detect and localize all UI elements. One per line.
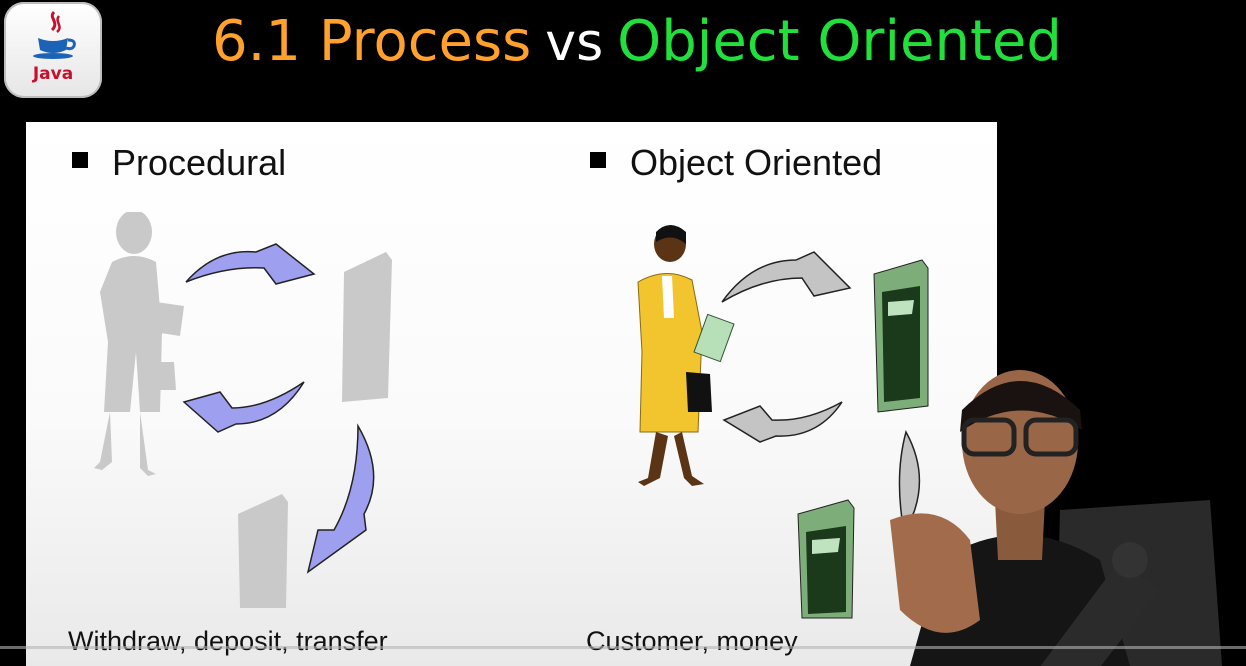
coffee-cup-icon bbox=[33, 10, 76, 59]
procedural-heading: Procedural bbox=[112, 142, 287, 183]
object-oriented-caption: Customer, money bbox=[586, 626, 798, 656]
arrow-left-gray-icon bbox=[722, 401, 843, 443]
bullet-procedural bbox=[72, 152, 88, 168]
businesswoman-icon bbox=[637, 225, 735, 486]
procedural-caption: Withdraw, deposit, transfer bbox=[68, 626, 388, 656]
atm-silhouette-icon bbox=[342, 252, 392, 402]
bullet-object-oriented bbox=[590, 152, 606, 168]
arrow-down-icon bbox=[306, 423, 375, 574]
object-oriented-heading: Object Oriented bbox=[630, 142, 883, 183]
java-logo: Java bbox=[4, 2, 102, 98]
person-silhouette-icon bbox=[94, 212, 184, 476]
arrow-top-gray-icon bbox=[721, 251, 852, 303]
procedural-illustration bbox=[94, 212, 392, 608]
title-object-oriented: Object Oriented bbox=[617, 9, 1062, 74]
atm-silhouette-bottom-icon bbox=[238, 494, 288, 608]
logo-text: Java bbox=[32, 64, 74, 84]
arrow-top-icon bbox=[185, 243, 316, 285]
title-process: 6.1 Process bbox=[212, 9, 532, 74]
video-progress-bar[interactable] bbox=[0, 646, 1246, 649]
presenter-webcam bbox=[890, 370, 1222, 666]
title-vs: vs bbox=[545, 13, 604, 73]
arrow-left-icon bbox=[182, 381, 305, 433]
page-title: 6.1 Process vs Object Oriented bbox=[212, 2, 1062, 83]
